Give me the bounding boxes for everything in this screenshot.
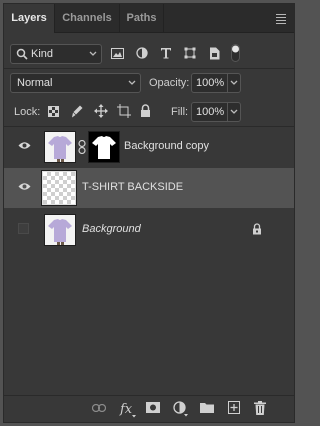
new-layer-icon[interactable] [228, 401, 240, 414]
add-mask-icon[interactable] [146, 402, 160, 413]
layer-name: T-SHIRT BACKSIDE [82, 181, 184, 193]
opacity-value: 100% [196, 77, 225, 89]
chevron-down-icon[interactable] [230, 109, 238, 115]
opacity-label: Opacity: [149, 77, 190, 89]
layer-row-background[interactable]: Background [4, 210, 294, 250]
type-filter-icon[interactable] [160, 47, 172, 59]
mask-link-icon[interactable] [78, 140, 86, 154]
layer-name: Background [82, 223, 141, 235]
fx-icon[interactable]: fx [119, 400, 137, 418]
blend-row: Normal Opacity: 100% [4, 69, 294, 99]
mask-shape [92, 136, 116, 159]
fill-label: Fill: [171, 106, 189, 118]
layer-mask-thumbnail[interactable] [88, 131, 120, 163]
divider [227, 74, 228, 92]
tab-layers[interactable]: Layers [4, 4, 55, 33]
panel-menu-icon[interactable] [276, 14, 286, 26]
layer-row-tshirt-backside[interactable]: T-SHIRT BACKSIDE [4, 168, 294, 208]
lock-icon [252, 223, 262, 235]
layer-thumbnail-transparent [41, 170, 77, 206]
blend-mode-dropdown[interactable]: Normal [10, 73, 141, 93]
layer-thumbnail [44, 131, 76, 163]
blend-mode-value: Normal [17, 77, 53, 89]
shape-filter-icon[interactable] [184, 47, 196, 59]
adjustment-filter-icon[interactable] [136, 47, 148, 59]
lock-row: Lock: Fill: 100% [4, 99, 294, 127]
group-folder-icon[interactable] [200, 402, 214, 413]
layer-name: Background copy [124, 140, 209, 152]
search-icon [16, 48, 28, 60]
lock-artboard-icon[interactable] [117, 104, 131, 118]
lock-image-icon[interactable] [71, 105, 83, 118]
layers-panel: Layers Channels Paths Kind Normal Opacit… [3, 3, 295, 423]
fill-field[interactable]: 100% [191, 102, 241, 122]
chevron-down-icon [89, 51, 97, 57]
link-layers-icon[interactable] [92, 404, 106, 412]
chevron-down-icon [128, 80, 136, 86]
lock-position-icon[interactable] [94, 104, 108, 118]
trash-icon[interactable] [254, 401, 266, 415]
eye-icon[interactable] [18, 182, 31, 194]
lock-label: Lock: [14, 106, 41, 118]
image-filter-icon[interactable] [111, 48, 124, 59]
tshirt-image [45, 132, 75, 162]
tab-channels[interactable]: Channels [55, 4, 120, 32]
layer-row-background-copy[interactable]: Background copy [4, 127, 294, 167]
visibility-toggle-empty[interactable] [18, 223, 29, 234]
smart-object-filter-icon[interactable] [209, 47, 220, 60]
chevron-down-icon[interactable] [230, 80, 238, 86]
divider [227, 103, 228, 121]
filter-toggle-icon[interactable] [231, 44, 240, 62]
adjustment-layer-icon[interactable] [173, 401, 189, 417]
tshirt-image [45, 215, 75, 245]
filter-kind-label: Kind [31, 48, 54, 60]
opacity-field[interactable]: 100% [191, 73, 241, 93]
panel-footer: fx [4, 395, 294, 422]
eye-icon[interactable] [18, 141, 31, 153]
svg-text:fx: fx [119, 402, 133, 417]
layer-list: Background copy T-SHIRT BACKSIDE Backgro… [4, 127, 294, 252]
filter-kind-dropdown[interactable]: Kind [10, 44, 102, 64]
layer-thumbnail [44, 214, 76, 246]
lock-transparent-icon[interactable] [48, 106, 59, 117]
filter-row: Kind [4, 40, 294, 68]
panel-tab-bar: Layers Channels Paths [4, 4, 294, 33]
tab-paths[interactable]: Paths [120, 4, 164, 32]
lock-all-icon[interactable] [140, 104, 151, 117]
fill-value: 100% [196, 106, 225, 118]
